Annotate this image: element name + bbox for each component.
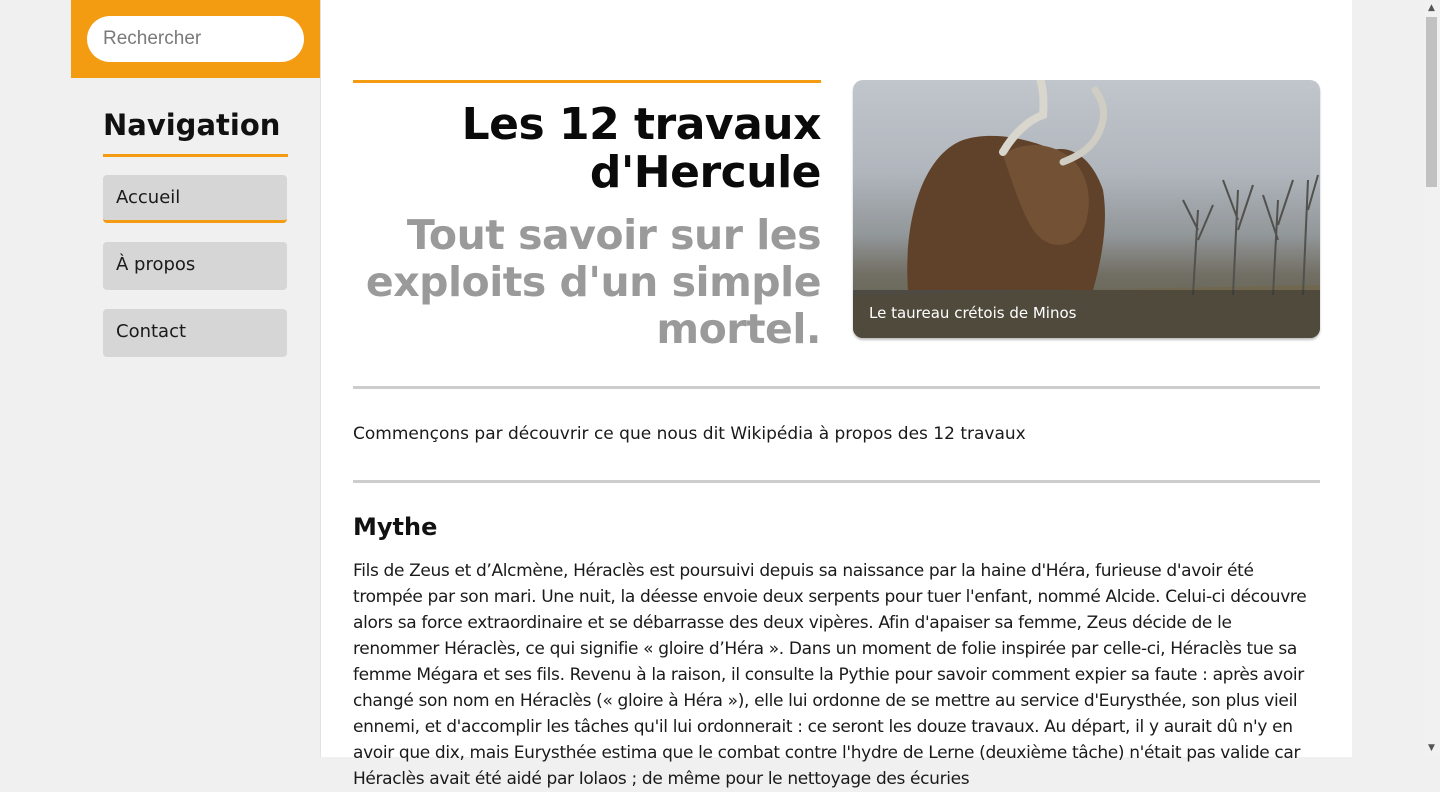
nav-item-a-propos[interactable]: À propos bbox=[103, 242, 287, 290]
nav-item-accueil[interactable]: Accueil bbox=[103, 175, 287, 223]
scroll-down-icon[interactable]: ▼ bbox=[1423, 740, 1440, 757]
image-caption: Le taureau crétois de Minos bbox=[853, 290, 1320, 338]
scroll-thumb[interactable] bbox=[1426, 17, 1437, 187]
hero-text: Les 12 travaux d'Hercule Tout savoir sur… bbox=[353, 80, 822, 353]
intro-text: Commençons par découvrir ce que nous dit… bbox=[353, 424, 1026, 444]
divider-top bbox=[353, 386, 1320, 389]
divider-middle bbox=[353, 480, 1320, 483]
nav-list: Accueil À propos Contact bbox=[103, 175, 320, 357]
search-bar bbox=[71, 0, 320, 78]
scrollbar[interactable]: ▲ ▼ bbox=[1423, 0, 1440, 757]
nav-title: Navigation bbox=[103, 108, 288, 157]
hero-image: Le taureau crétois de Minos bbox=[853, 80, 1320, 338]
section-title: Mythe bbox=[353, 513, 438, 541]
page-title: Les 12 travaux d'Hercule bbox=[461, 99, 822, 198]
nav-item-contact[interactable]: Contact bbox=[103, 309, 287, 357]
hero: Les 12 travaux d'Hercule Tout savoir sur… bbox=[353, 80, 1320, 353]
scroll-up-icon[interactable]: ▲ bbox=[1423, 0, 1440, 17]
sidebar: Navigation Accueil À propos Contact bbox=[71, 0, 321, 757]
page-subtitle: Tout savoir sur les exploits d'un simple… bbox=[365, 211, 822, 353]
search-input[interactable] bbox=[87, 16, 304, 62]
